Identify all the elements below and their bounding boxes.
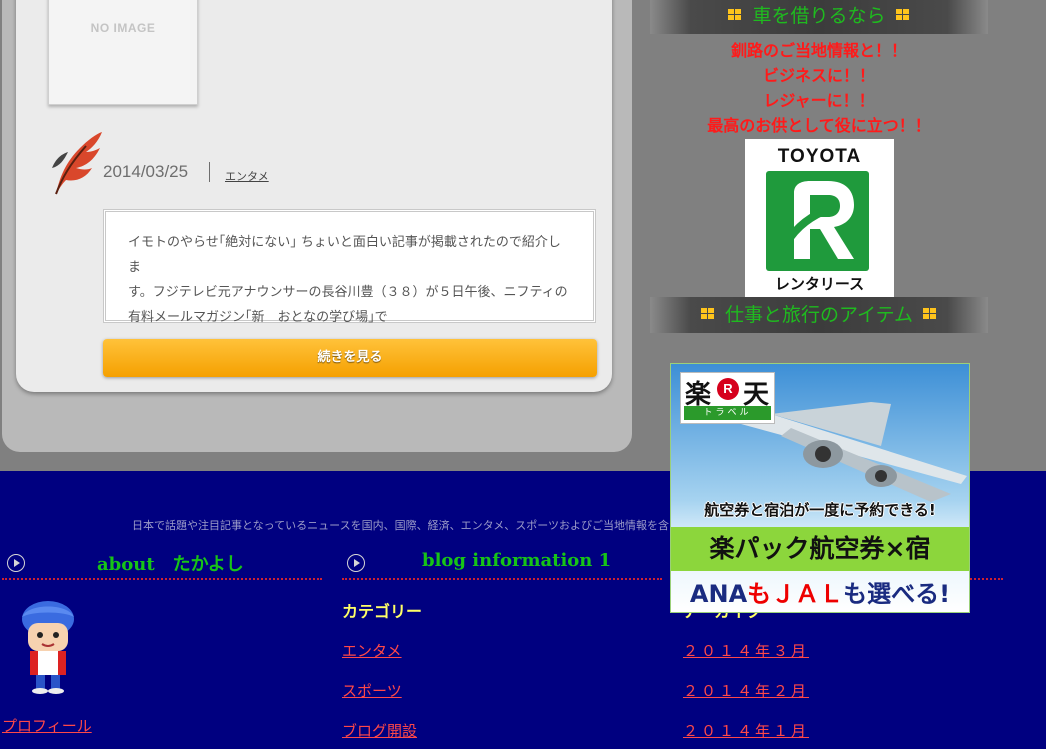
- items-heading-text: 仕事と旅行のアイテム: [724, 304, 914, 326]
- excerpt-line: 有料メールマガジン｢新 おとなの学び場｣で: [128, 310, 388, 325]
- category-link[interactable]: ブログ開設: [342, 720, 417, 741]
- about-title: about たかよし: [97, 554, 244, 575]
- rakuten-logo-sub: トラベル: [684, 406, 771, 420]
- toyota-rental-banner[interactable]: TOYOTA レンタリース: [745, 139, 894, 297]
- post-excerpt: イモトのやらせ｢絶対にない｣ ちょいと面白い記事が掲載されたので紹介しま す。フ…: [103, 209, 596, 325]
- excerpt-line: す。フジテレビ元アナウンサーの長谷川豊（３８）が５日午後、ニフティの: [128, 285, 568, 300]
- rakuten-travel-ad[interactable]: 楽 R 天 トラベル 航空券と宿泊が一度に予約できる! 楽パック航空券×宿 AN…: [670, 363, 970, 613]
- bullet-squares-icon: [728, 8, 742, 21]
- blog-info-title: blog information 1: [422, 550, 612, 571]
- car-rental-promo: 釧路のご当地情報と！！ ビジネスに！！ レジャーに！！ 最高のお供として役に立つ…: [650, 38, 988, 138]
- promo-line: ビジネスに！！: [762, 66, 875, 85]
- ad-mo: も: [747, 580, 772, 608]
- toyota-brand: TOYOTA: [777, 146, 862, 167]
- post-thumbnail[interactable]: NO IMAGE: [48, 0, 198, 105]
- bullet-squares-icon: [895, 8, 910, 21]
- categories-heading: カテゴリー: [342, 602, 423, 621]
- archive-link[interactable]: ２０１４年１月: [683, 720, 809, 741]
- ad-ana: ANA: [689, 580, 748, 608]
- toyota-logo-mark: [766, 171, 869, 271]
- category-link[interactable]: エンタメ: [342, 640, 402, 661]
- rakuten-travel-logo: 楽 R 天 トラベル: [680, 372, 775, 424]
- ad-line-2: 楽パック航空券×宿: [671, 527, 969, 571]
- promo-line: レジャーに！！: [763, 91, 875, 110]
- ad-line-1: 航空券と宿泊が一度に予約できる!: [704, 501, 936, 519]
- post-category-link[interactable]: エンタメ: [225, 168, 269, 184]
- promo-line: 最高のお供として役に立つ！！: [707, 116, 931, 135]
- archive-link[interactable]: ２０１４年３月: [683, 640, 809, 661]
- car-heading-text: 車を借りるなら: [752, 5, 886, 27]
- play-circle-icon: [347, 554, 365, 572]
- play-circle-icon: [7, 554, 25, 572]
- ad-jal: ＪＡＬ: [771, 580, 844, 608]
- feather-icon: [52, 132, 102, 195]
- footer-blog-heading: blog information 1: [342, 546, 662, 580]
- ad-erabel: も選べる!: [843, 580, 951, 608]
- archive-link[interactable]: ２０１４年２月: [683, 680, 809, 701]
- sidebar-heading-items: 仕事と旅行のアイテム: [650, 297, 988, 333]
- meta-divider: [209, 162, 210, 182]
- avatar: [22, 601, 74, 694]
- footer-about-heading: about たかよし: [2, 546, 322, 580]
- profile-link[interactable]: プロフィール: [2, 715, 92, 736]
- read-more-button[interactable]: 続きを見る: [103, 339, 597, 377]
- toyota-sub-label: レンタリース: [774, 275, 865, 293]
- excerpt-line: イモトのやらせ｢絶対にない｣ ちょいと面白い記事が掲載されたので紹介しま: [128, 235, 561, 275]
- ad-line-3: ANAもＪＡＬも選べる!: [671, 574, 969, 609]
- sidebar-heading-car-rental: 車を借りるなら: [650, 0, 988, 34]
- rakuten-r-mark: R: [717, 378, 739, 400]
- rental-r-logo-icon: [778, 181, 854, 259]
- bullet-squares-icon: [923, 307, 937, 320]
- bullet-squares-icon: [700, 307, 715, 320]
- post-date: 2014/03/25: [103, 162, 189, 181]
- site-tagline: 日本で話題や注目記事となっているニュースを国内、国際、経済、エンタメ、スポーツお…: [132, 519, 670, 532]
- promo-line: 釧路のご当地情報と！！: [730, 41, 907, 60]
- noimage-label: NO IMAGE: [90, 21, 156, 35]
- category-link[interactable]: スポーツ: [342, 680, 402, 701]
